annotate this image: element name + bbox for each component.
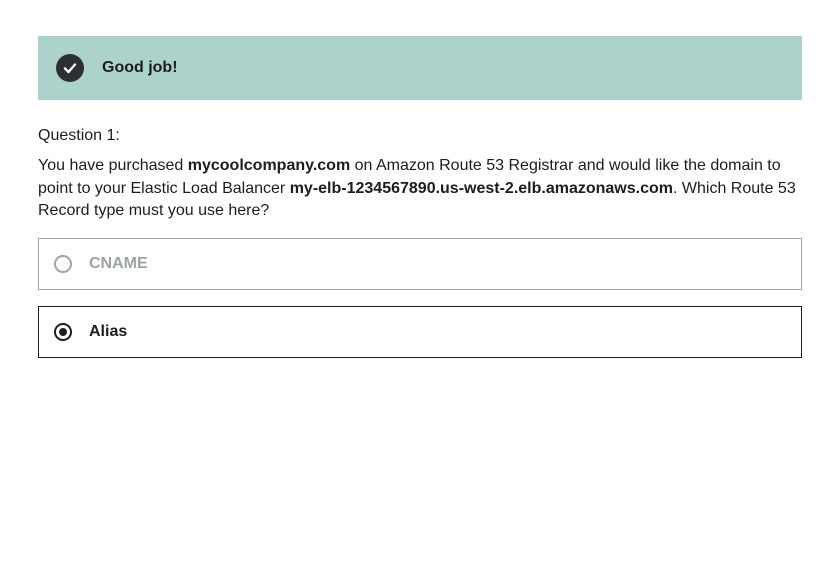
question-number: Question 1: bbox=[38, 127, 120, 144]
quiz-result-page: Good job! Question 1: You have purchased… bbox=[0, 0, 836, 575]
answer-option-label: CNAME bbox=[89, 255, 148, 272]
elb-hostname: my-elb-1234567890.us-west-2.elb.amazonaw… bbox=[289, 179, 673, 197]
answer-option-cname[interactable]: CNAME bbox=[38, 238, 802, 290]
banner-message: Good job! bbox=[102, 59, 178, 76]
check-circle-icon bbox=[56, 54, 84, 82]
answer-option-alias[interactable]: Alias bbox=[38, 306, 802, 358]
success-banner: Good job! bbox=[38, 36, 802, 100]
radio-button[interactable] bbox=[54, 255, 72, 273]
question-prompt: You have purchased mycoolcompany.com on … bbox=[38, 155, 802, 223]
answer-option-label: Alias bbox=[89, 323, 128, 340]
radio-dot bbox=[59, 328, 67, 336]
radio-button-selected[interactable] bbox=[54, 323, 72, 341]
domain-name: mycoolcompany.com bbox=[187, 157, 351, 174]
question-text-part: You have purchased bbox=[38, 157, 188, 174]
